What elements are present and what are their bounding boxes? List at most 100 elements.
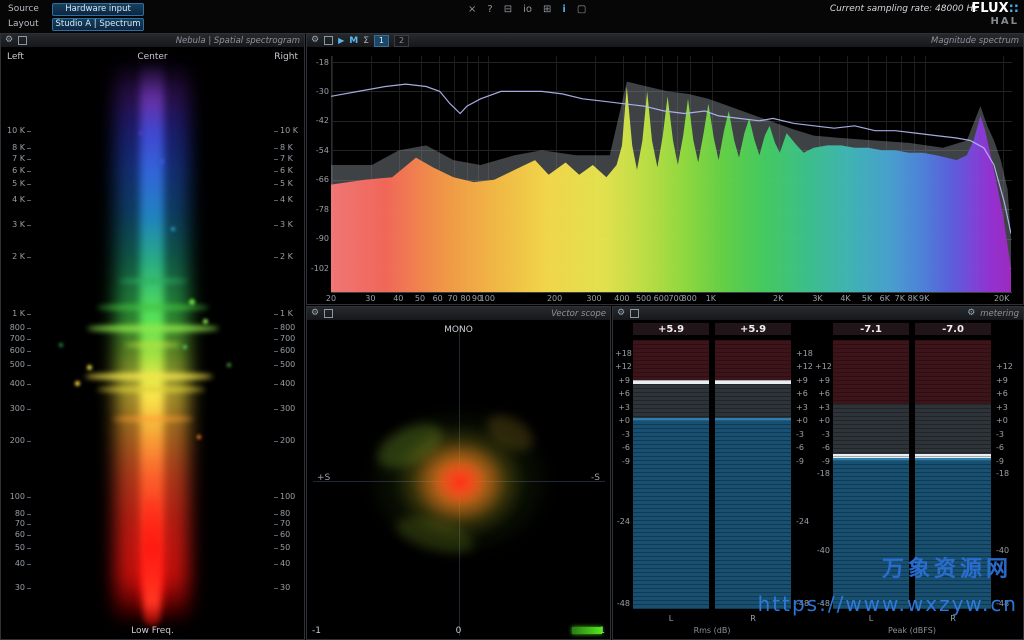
gear-icon[interactable]: ⚙ xyxy=(5,34,13,47)
expand-icon[interactable] xyxy=(324,309,333,318)
help-icon[interactable]: ? xyxy=(487,4,492,15)
slot-1-button[interactable]: 1 xyxy=(374,35,389,47)
freq-tick-mark xyxy=(27,588,31,589)
freq-tick-mark xyxy=(274,524,278,525)
peak-readout-left: -7.1 xyxy=(832,322,910,336)
meter-zone xyxy=(715,421,791,609)
spectrogram-dot xyxy=(183,345,187,349)
window-icon[interactable]: ▢ xyxy=(577,4,586,15)
freq-tick-mark xyxy=(27,257,31,258)
sum-mode-button[interactable]: Σ xyxy=(363,36,369,46)
gear-icon[interactable]: ⚙ xyxy=(311,307,319,320)
info-icon[interactable]: i xyxy=(562,4,565,15)
gear-icon[interactable]: ⚙ xyxy=(617,307,625,320)
freq-label: 30 xyxy=(280,583,302,592)
freq-tick-label: 3K xyxy=(806,294,830,303)
play-icon[interactable]: ▶ xyxy=(338,36,344,45)
rms-caption: Rms (dB) xyxy=(632,626,792,635)
freq-label: 2 K xyxy=(280,252,302,261)
meter-scale-label: -18 xyxy=(995,469,1011,478)
spatial-spectrogram-display[interactable]: Left Center Right Low Freq. 10 xyxy=(1,47,304,639)
meter-zone xyxy=(833,404,909,454)
freq-tick-mark xyxy=(274,200,278,201)
freq-label: 5 K xyxy=(280,179,302,188)
vectorscope-display[interactable]: MONO +S -S -1 0 +1 xyxy=(307,320,610,639)
freq-tick-mark xyxy=(274,564,278,565)
meter-scale-label: +9 xyxy=(615,376,631,385)
peak-meter-bar-left[interactable] xyxy=(832,339,910,610)
db-tick-label: -18 xyxy=(309,58,329,67)
toolbar-icons: ×? ⊟ io ⊞ i ▢ xyxy=(468,4,586,15)
hal-brand-text: HAL xyxy=(971,17,1019,27)
freq-label: 6 K xyxy=(280,166,302,175)
meter-zone xyxy=(833,458,909,461)
freq-tick-mark xyxy=(274,441,278,442)
freq-label: 3 K xyxy=(280,220,302,229)
close-icon[interactable]: × xyxy=(468,4,476,15)
freq-label: 800 xyxy=(280,323,302,332)
freq-tick-mark xyxy=(27,535,31,536)
rms-meter-bar-right[interactable] xyxy=(714,339,792,610)
freq-tick-mark xyxy=(274,314,278,315)
freq-label: 3 K xyxy=(3,220,25,229)
rms-scale-right: +18+12+9+6+3+0-3-6-9-24-48 xyxy=(795,339,811,610)
freq-tick-mark xyxy=(27,524,31,525)
meter-scale-label: -9 xyxy=(795,457,811,466)
slot-2-button[interactable]: 2 xyxy=(394,35,409,47)
expand-icon[interactable] xyxy=(18,36,27,45)
expand-icon[interactable] xyxy=(324,36,333,45)
meter-scale-label: -6 xyxy=(995,443,1011,452)
layout-label: Layout xyxy=(8,19,44,29)
meter-zone xyxy=(833,340,909,404)
source-selector[interactable]: Hardware input xyxy=(52,3,144,16)
freq-label: 80 xyxy=(3,509,25,518)
freq-label: 60 xyxy=(280,530,302,539)
magnitude-spectrum-display[interactable]: -18-30-42-54-66-78-90-102203040506070809… xyxy=(307,47,1023,304)
freq-tick-label: 800 xyxy=(677,294,701,303)
freq-label: 70 xyxy=(280,519,302,528)
meter-scale-label: -48 xyxy=(795,599,811,608)
level-indicator xyxy=(572,627,602,634)
meter-config-icon[interactable]: ⊟ xyxy=(504,4,512,15)
freq-tick-mark xyxy=(274,535,278,536)
freq-tick-label: 1K xyxy=(699,294,723,303)
rms-meter-bar-left[interactable] xyxy=(632,339,710,610)
spectrogram-dot xyxy=(59,343,63,347)
freq-label: 50 xyxy=(3,543,25,552)
io-config-icon[interactable]: io xyxy=(523,4,532,15)
freq-label: 60 xyxy=(3,530,25,539)
gear-icon[interactable]: ⚙ xyxy=(967,307,975,320)
freq-tick-mark xyxy=(274,548,278,549)
meter-scale-label: -6 xyxy=(615,443,631,452)
meter-zone xyxy=(715,418,791,421)
meter-scale-label: +9 xyxy=(815,376,831,385)
freq-label: 8 K xyxy=(280,143,302,152)
meter-scale-label: +12 xyxy=(815,362,831,371)
freq-label: 1 K xyxy=(3,309,25,318)
freq-label: 50 xyxy=(280,543,302,552)
freq-tick-mark xyxy=(274,328,278,329)
freq-tick-mark xyxy=(274,159,278,160)
freq-label: 40 xyxy=(3,559,25,568)
meter-zone xyxy=(715,384,791,418)
meter-scale-label: +6 xyxy=(995,389,1011,398)
routing-icon[interactable]: ⊞ xyxy=(543,4,551,15)
freq-tick-mark xyxy=(27,548,31,549)
layout-selector[interactable]: Studio A | Spectrum xyxy=(52,18,144,31)
db-tick-label: -54 xyxy=(309,146,329,155)
expand-icon[interactable] xyxy=(630,309,639,318)
freq-tick-mark xyxy=(274,339,278,340)
peak-scale-right: +12+9+6+3+0-3-6-9-18-40-48 xyxy=(995,339,1011,610)
freq-label: 600 xyxy=(3,346,25,355)
meter-scale-label: -40 xyxy=(995,546,1011,555)
meter-scale-label: -6 xyxy=(795,443,811,452)
metering-display[interactable]: +5.9 +5.9 +18+12+9+6+3+0-3-6-9-24-48 +18… xyxy=(613,320,1023,639)
vectorscope-titlebar: ⚙ Vector scope xyxy=(307,307,610,321)
gear-icon[interactable]: ⚙ xyxy=(311,34,319,47)
freq-tick-label: 9K xyxy=(912,294,936,303)
freq-tick-label: 4K xyxy=(834,294,858,303)
peak-meter-bar-right[interactable] xyxy=(914,339,992,610)
meter-scale-label: +6 xyxy=(615,389,631,398)
mid-mode-button[interactable]: M xyxy=(349,36,358,46)
freq-tick-mark xyxy=(27,328,31,329)
